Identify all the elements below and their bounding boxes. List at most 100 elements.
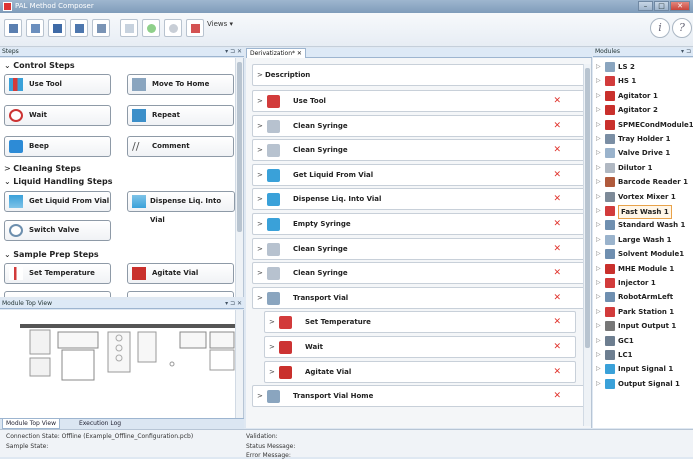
chevron-right-icon[interactable]: > <box>257 140 263 160</box>
chevron-right-icon[interactable]: > <box>257 214 263 234</box>
chevron-right-icon[interactable]: ▷ <box>596 103 601 117</box>
method-step-row[interactable]: > Clean Syringe ✕ <box>252 237 588 260</box>
chevron-right-icon[interactable]: ▷ <box>596 204 601 218</box>
step-switch-valve-button[interactable]: Switch Valve <box>4 220 111 241</box>
module-item[interactable]: ▷ LS 2 <box>593 60 693 74</box>
remove-step-icon[interactable]: ✕ <box>553 288 561 308</box>
step-comment-button[interactable]: //Comment <box>127 136 234 157</box>
close-window-button[interactable]: ✕ <box>670 1 690 11</box>
method-step-row[interactable]: > Use Tool ✕ <box>252 90 588 112</box>
chevron-right-icon[interactable]: ▷ <box>596 233 601 247</box>
validate-button[interactable] <box>120 19 138 37</box>
scrollbar-thumb[interactable] <box>237 62 242 232</box>
chevron-right-icon[interactable]: ▷ <box>596 60 601 74</box>
chevron-right-icon[interactable]: > <box>257 189 263 209</box>
remove-step-icon[interactable]: ✕ <box>553 116 561 136</box>
module-item[interactable]: ▷ Valve Drive 1 <box>593 146 693 160</box>
remove-step-icon[interactable]: ✕ <box>553 312 561 332</box>
method-step-row[interactable]: > Dispense Liq. Into Vial ✕ <box>252 188 588 211</box>
module-item[interactable]: ▷ Fast Wash 1 <box>593 204 693 219</box>
step-partial-button[interactable] <box>127 291 234 297</box>
module-item[interactable]: ▷ MHE Module 1 <box>593 262 693 276</box>
module-item[interactable]: ▷ Dilutor 1 <box>593 161 693 175</box>
chevron-right-icon[interactable]: ▷ <box>596 190 601 204</box>
module-item[interactable]: ▷ HS 1 <box>593 74 693 88</box>
method-step-row[interactable]: > Clean Syringe ✕ <box>252 114 588 137</box>
module-item[interactable]: ▷ SPMECondModule1 <box>593 118 693 132</box>
method-step-row[interactable]: > Get Liquid From Vial ✕ <box>252 163 588 186</box>
chevron-right-icon[interactable]: ▷ <box>596 334 601 348</box>
minimize-button[interactable]: – <box>638 1 653 11</box>
export-button[interactable] <box>92 19 110 37</box>
chevron-right-icon[interactable]: ▷ <box>596 132 601 146</box>
steps-scrollbar[interactable] <box>235 58 243 297</box>
editor-scrollbar[interactable] <box>583 64 591 426</box>
chevron-right-icon[interactable]: > <box>269 337 275 357</box>
pane-pin-icon[interactable]: ▾ ⊐ ✕ <box>225 300 242 308</box>
step-agitate-vial-button[interactable]: Agitate Vial <box>127 263 234 284</box>
module-item[interactable]: ▷ Barcode Reader 1 <box>593 175 693 189</box>
chevron-right-icon[interactable]: ▷ <box>596 276 601 290</box>
remove-step-icon[interactable]: ✕ <box>553 362 561 382</box>
step-repeat-button[interactable]: Repeat <box>127 105 234 126</box>
module-item[interactable]: ▷ Vortex Mixer 1 <box>593 190 693 204</box>
method-step-row[interactable]: > Empty Syringe ✕ <box>252 213 588 235</box>
module-item[interactable]: ▷ GC1 <box>593 334 693 348</box>
step-partial-button[interactable] <box>4 291 111 297</box>
chevron-right-icon[interactable]: ▷ <box>596 89 601 103</box>
chevron-right-icon[interactable]: ▷ <box>596 348 601 362</box>
run-button[interactable] <box>142 19 160 37</box>
chevron-right-icon[interactable]: > <box>269 362 275 382</box>
scrollbar-thumb[interactable] <box>585 68 590 348</box>
tab-derivatization[interactable]: Derivatization* ✕ <box>246 48 306 58</box>
tab-execution-log[interactable]: Execution Log <box>76 419 124 429</box>
module-item[interactable]: ▷ Agitator 1 <box>593 89 693 103</box>
step-dispense-button[interactable]: Dispense Liq. Into Vial <box>127 191 235 224</box>
chevron-right-icon[interactable]: ▷ <box>596 305 601 319</box>
chevron-right-icon[interactable]: > <box>257 165 263 185</box>
module-item[interactable]: ▷ Solvent Module1 <box>593 247 693 261</box>
description-row[interactable]: > Description <box>252 64 588 86</box>
method-step-row[interactable]: > Set Temperature ✕ <box>264 311 576 334</box>
chevron-right-icon[interactable]: ▷ <box>596 377 601 391</box>
chevron-right-icon[interactable]: > <box>257 91 263 111</box>
chevron-right-icon[interactable]: ▷ <box>596 362 601 376</box>
chevron-right-icon[interactable]: > <box>257 386 263 406</box>
chevron-right-icon[interactable]: > <box>257 239 263 259</box>
maximize-button[interactable]: □ <box>654 1 669 11</box>
chevron-right-icon[interactable]: ▷ <box>596 247 601 261</box>
save-method-button[interactable] <box>48 19 66 37</box>
method-step-row[interactable]: > Transport Vial Home ✕ <box>252 385 588 408</box>
module-item[interactable]: ▷ Input Signal 1 <box>593 362 693 376</box>
remove-step-icon[interactable]: ✕ <box>553 239 561 259</box>
info-icon[interactable]: i <box>650 18 670 38</box>
step-move-home-button[interactable]: Move To Home <box>127 74 234 95</box>
module-item[interactable]: ▷ RobotArmLeft <box>593 290 693 304</box>
section-cleaning-steps[interactable]: Cleaning Steps <box>4 164 81 173</box>
chevron-right-icon[interactable]: ▷ <box>596 218 601 232</box>
step-set-temperature-button[interactable]: Set Temperature <box>4 263 111 284</box>
chevron-right-icon[interactable]: ▷ <box>596 319 601 333</box>
method-step-row[interactable]: > Transport Vial ✕ <box>252 286 588 309</box>
remove-step-icon[interactable]: ✕ <box>553 214 561 234</box>
chevron-right-icon[interactable]: ▷ <box>596 290 601 304</box>
remove-step-icon[interactable]: ✕ <box>553 386 561 406</box>
module-item[interactable]: ▷ Park Station 1 <box>593 305 693 319</box>
step-use-tool-button[interactable]: Use Tool <box>4 74 111 95</box>
section-liquid-handling-steps[interactable]: Liquid Handling Steps <box>4 177 112 186</box>
method-step-row[interactable]: > Agitate Vial ✕ <box>264 360 576 383</box>
step-wait-button[interactable]: Wait <box>4 105 111 126</box>
module-item[interactable]: ▷ Agitator 2 <box>593 103 693 117</box>
remove-step-icon[interactable]: ✕ <box>553 263 561 283</box>
pane-pin-icon[interactable]: ▾ ⊐ <box>681 48 691 56</box>
open-method-button[interactable] <box>26 19 44 37</box>
module-view-scrollbar[interactable] <box>235 310 243 418</box>
remove-step-icon[interactable]: ✕ <box>553 165 561 185</box>
chevron-right-icon[interactable]: ▷ <box>596 175 601 189</box>
remove-step-icon[interactable]: ✕ <box>553 337 561 357</box>
pane-pin-icon[interactable]: ▾ ⊐ ✕ <box>225 48 242 56</box>
chevron-right-icon[interactable]: ▷ <box>596 74 601 88</box>
method-step-row[interactable]: > Clean Syringe ✕ <box>252 262 588 285</box>
remove-step-icon[interactable]: ✕ <box>553 189 561 209</box>
module-item[interactable]: ▷ Tray Holder 1 <box>593 132 693 146</box>
